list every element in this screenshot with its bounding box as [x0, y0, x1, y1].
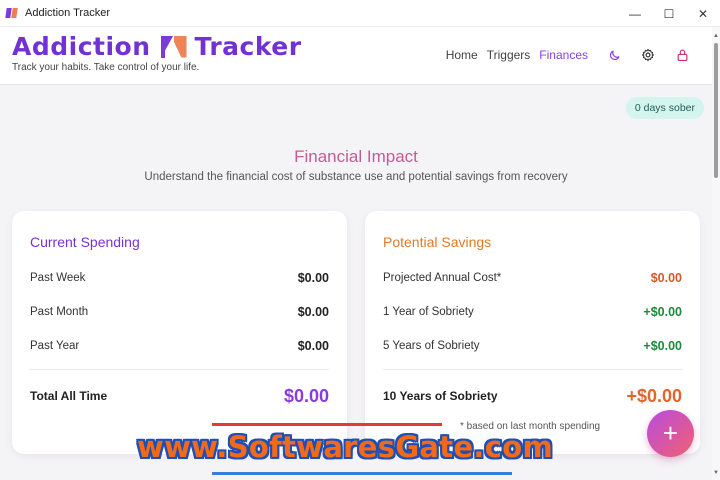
row-value: $0.00	[297, 271, 329, 285]
maximize-button[interactable]: ☐	[652, 0, 686, 27]
row-value: $0.00	[297, 339, 329, 353]
window-titlebar: Addiction Tracker — ☐ ✕	[0, 0, 720, 27]
spending-row-past-month: Past Month $0.00	[30, 302, 329, 322]
nav-home[interactable]: Home	[446, 48, 478, 62]
close-button[interactable]: ✕	[686, 0, 720, 27]
plus-icon: +	[662, 418, 679, 448]
watermark-decoration	[212, 472, 512, 475]
vertical-scrollbar[interactable]: ▲ ▼	[712, 27, 720, 480]
app-logo-icon	[6, 7, 18, 19]
page-subtitle: Understand the financial cost of substan…	[144, 171, 568, 183]
brand-logo[interactable]: Addiction Tracker	[12, 32, 302, 61]
window-controls: — ☐ ✕	[618, 0, 720, 27]
spending-row-past-week: Past Week $0.00	[30, 268, 329, 288]
brand-name-part2: Tracker	[194, 32, 302, 61]
row-label: Past Month	[30, 306, 89, 318]
row-value: $0.00	[297, 305, 329, 319]
row-label: Projected Annual Cost*	[383, 272, 502, 284]
row-label: Past Year	[30, 340, 80, 352]
total-value: $0.00	[283, 385, 329, 406]
app-header: Addiction Tracker Track your habits. Tak…	[0, 27, 712, 85]
total-label: Total All Time	[30, 389, 108, 403]
divider	[30, 369, 329, 370]
nav-finances[interactable]: Finances	[539, 48, 588, 62]
row-label: 5 Years of Sobriety	[383, 340, 480, 352]
brand-name-part1: Addiction	[12, 32, 151, 61]
lock-icon[interactable]	[674, 47, 690, 63]
divider	[383, 369, 682, 370]
add-entry-button[interactable]: +	[647, 410, 694, 457]
savings-total-row: 10 Years of Sobriety +$0.00	[383, 386, 682, 406]
potential-savings-card: Potential Savings Projected Annual Cost*…	[365, 211, 700, 454]
sober-days-badge: 0 days sober	[625, 97, 704, 119]
current-spending-card: Current Spending Past Week $0.00 Past Mo…	[12, 211, 347, 454]
brand-mark-icon	[160, 35, 187, 58]
current-spending-title: Current Spending	[30, 234, 140, 250]
row-label: Past Week	[30, 272, 86, 284]
window-title: Addiction Tracker	[25, 7, 110, 19]
total-label: 10 Years of Sobriety	[383, 389, 498, 403]
spending-total-row: Total All Time $0.00	[30, 386, 329, 406]
page-title: Financial Impact	[294, 147, 418, 166]
row-value: +$0.00	[643, 305, 682, 319]
settings-gear-icon[interactable]	[640, 47, 656, 63]
watermark-decoration	[212, 423, 442, 426]
row-label: 1 Year of Sobriety	[383, 306, 474, 318]
nav-triggers[interactable]: Triggers	[487, 48, 531, 62]
potential-savings-title: Potential Savings	[383, 234, 492, 250]
minimize-button[interactable]: —	[618, 0, 652, 27]
main-nav: Home Triggers Finances	[437, 27, 690, 83]
moon-icon[interactable]	[606, 47, 622, 63]
savings-row-1-year: 1 Year of Sobriety +$0.00	[383, 302, 682, 322]
row-value: $0.00	[650, 271, 682, 285]
savings-row-projected-annual-cost: Projected Annual Cost* $0.00	[383, 268, 682, 288]
total-value: +$0.00	[626, 385, 682, 406]
scroll-down-arrow-icon[interactable]: ▼	[713, 470, 719, 476]
spending-row-past-year: Past Year $0.00	[30, 336, 329, 356]
savings-row-5-years: 5 Years of Sobriety +$0.00	[383, 336, 682, 356]
row-value: +$0.00	[643, 339, 682, 353]
watermark-text: www.SoftwaresGate.com	[137, 430, 553, 464]
scroll-up-arrow-icon[interactable]: ▲	[713, 33, 719, 39]
tagline: Track your habits. Take control of your …	[12, 62, 200, 73]
scroll-thumb[interactable]	[714, 43, 718, 178]
